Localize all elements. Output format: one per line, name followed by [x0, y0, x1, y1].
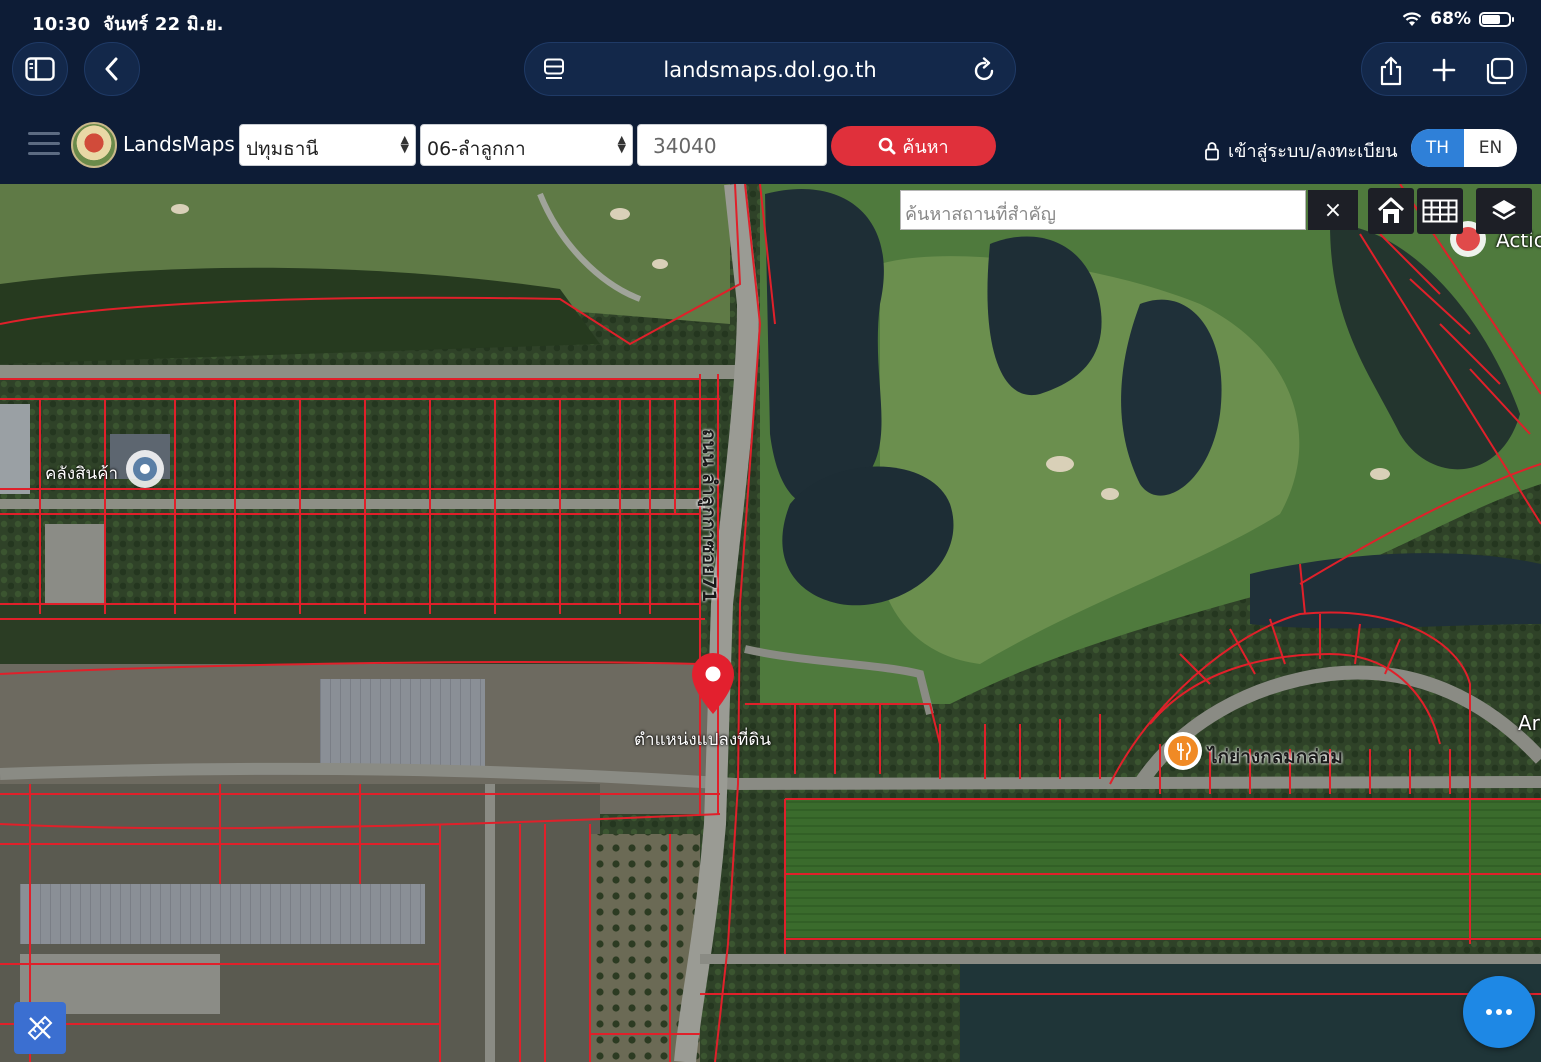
parcel-location-label: ตำแหน่งแปลงที่ดิน	[634, 730, 772, 750]
poi-edge-right-label: Ar	[1518, 711, 1540, 735]
warehouse-label: คลังสินค้า	[45, 464, 119, 484]
new-tab-icon[interactable]	[1432, 58, 1456, 82]
login-link[interactable]: เข้าสู่ระบบ/ลงทะเบียน	[1204, 136, 1398, 165]
map-imagery	[0, 184, 1541, 1062]
more-dots-icon	[1486, 1009, 1512, 1015]
app-toolbar: LandsMaps ปทุมธานี ▲ ▼ 06-ลำลูกกา ▲ ▼ 3404…	[0, 112, 1541, 184]
search-button[interactable]: ค้นหา	[831, 126, 996, 166]
grid-icon	[1422, 199, 1458, 223]
app-brand: LandsMaps	[123, 132, 235, 156]
layers-icon	[1492, 200, 1516, 220]
language-toggle: TH EN	[1411, 129, 1517, 167]
battery-percent: 68%	[1430, 9, 1471, 29]
road-label: ถนน ลำลูกกาซอย71	[698, 429, 720, 603]
status-indicators: 68%	[1402, 9, 1514, 29]
ruler-pencil-icon	[27, 1015, 53, 1041]
browser-chrome: 10:30 จันทร์ 22 มิ.ย. 68% landsmaps.dol.…	[0, 0, 1541, 112]
close-icon: ×	[1323, 197, 1343, 223]
tabs-overview-icon[interactable]	[1484, 57, 1514, 85]
address-bar[interactable]: landsmaps.dol.go.th	[524, 42, 1016, 96]
search-icon	[879, 137, 896, 155]
more-options-button[interactable]	[1463, 976, 1535, 1048]
grid-button[interactable]	[1417, 188, 1463, 234]
url-text: landsmaps.dol.go.th	[663, 58, 877, 82]
date: จันทร์ 22 มิ.ย.	[103, 14, 224, 35]
back-button[interactable]	[84, 42, 140, 96]
layers-button[interactable]	[1476, 188, 1532, 234]
district-value: 06-ลำลูกกา	[427, 138, 526, 160]
wifi-icon	[1403, 12, 1422, 26]
warehouse-pin-icon	[126, 450, 164, 488]
share-icon[interactable]	[1378, 56, 1404, 86]
province-select[interactable]: ปทุมธานี ▲ ▼	[239, 124, 416, 166]
satellite-map[interactable]: คลังสินค้า ถนน ลำลูกกาซอย71 ตำแหน่งแปลงท…	[0, 184, 1541, 1062]
select-arrows-icon: ▲ ▼	[400, 133, 409, 155]
screen: 10:30 จันทร์ 22 มิ.ย. 68% landsmaps.dol.…	[0, 0, 1541, 1062]
district-select[interactable]: 06-ลำลูกกา ▲ ▼	[420, 124, 633, 166]
sidebar-toggle-button[interactable]	[12, 42, 68, 96]
sidebar-icon	[25, 57, 55, 81]
battery-icon	[1479, 11, 1514, 27]
place-search-input[interactable]: ค้นหาสถานที่สำคัญ	[900, 190, 1306, 230]
status-time: 10:30 จันทร์ 22 มิ.ย.	[32, 9, 224, 38]
reload-icon[interactable]	[973, 57, 997, 83]
search-label: ค้นหา	[902, 136, 949, 158]
dol-logo	[71, 122, 117, 168]
measure-tool-button[interactable]	[14, 1002, 66, 1054]
browser-actions	[1361, 42, 1527, 96]
place-search-placeholder: ค้นหาสถานที่สำคัญ	[905, 204, 1056, 225]
login-label: เข้าสู่ระบบ/ลงทะเบียน	[1228, 141, 1398, 162]
lock-icon	[1205, 141, 1219, 160]
province-value: ปทุมธานี	[246, 138, 319, 160]
lang-en-button[interactable]: EN	[1464, 129, 1517, 167]
restaurant-pin-icon	[1164, 732, 1202, 770]
chevron-left-icon	[105, 57, 118, 81]
parcel-number-input[interactable]: 34040	[637, 124, 827, 166]
clear-search-button[interactable]: ×	[1308, 190, 1358, 230]
home-icon	[1377, 197, 1405, 223]
clock: 10:30	[32, 14, 91, 35]
parcel-number-value: 34040	[653, 134, 717, 158]
home-button[interactable]	[1368, 188, 1414, 234]
restaurant-label: ไก่ย่างกลมกล่อม	[1208, 746, 1343, 768]
menu-icon[interactable]	[28, 132, 60, 158]
lang-th-button[interactable]: TH	[1411, 129, 1464, 167]
select-arrows-icon: ▲ ▼	[617, 133, 626, 155]
